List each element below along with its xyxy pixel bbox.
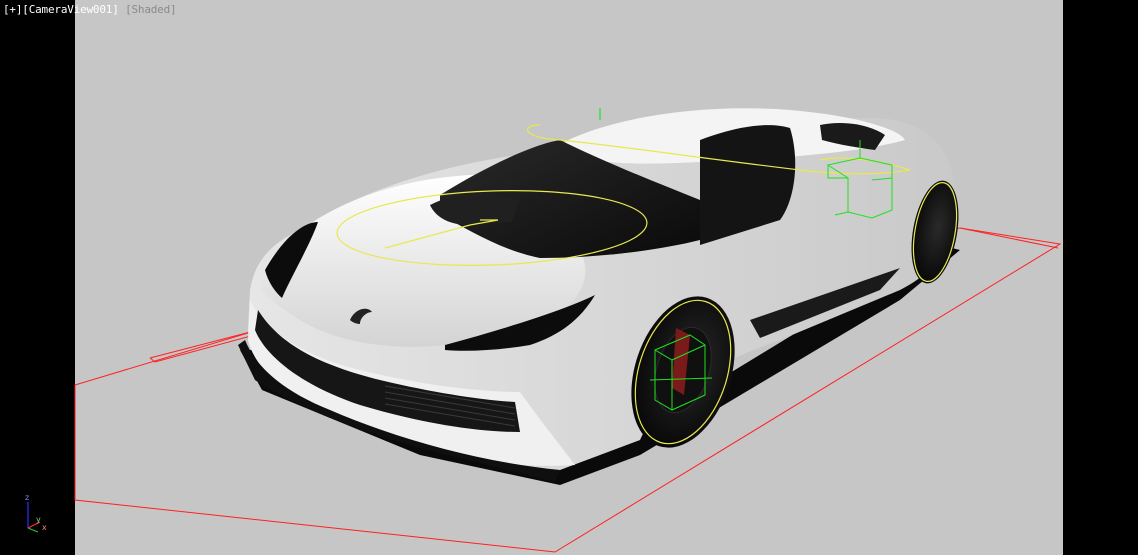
viewport-scene[interactable] [0,0,1138,555]
camera-view-label[interactable]: [CameraView001] [22,3,119,16]
axis-tripod: z y x [25,493,47,533]
viewport-label[interactable]: [+][CameraView001] [Shaded] [3,3,177,17]
z-axis-label: z [25,493,29,502]
x-axis-label: x [42,523,47,532]
viewport-menu-button[interactable]: [+] [3,3,22,16]
car-model[interactable] [238,108,955,482]
shading-mode-label[interactable]: [Shaded] [125,3,177,16]
y-axis-icon [27,527,39,533]
3d-viewport[interactable]: [+][CameraView001] [Shaded] z y x [0,0,1138,555]
y-axis-label: y [36,515,41,524]
